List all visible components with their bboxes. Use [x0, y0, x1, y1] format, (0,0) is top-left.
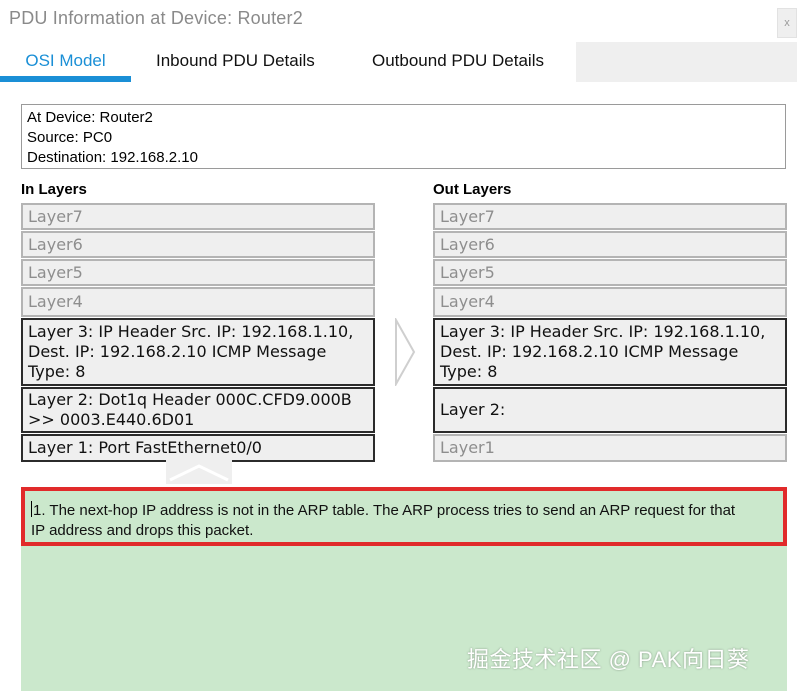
tab-outbound-pdu-details[interactable]: Outbound PDU Details — [372, 42, 544, 82]
in-layer3-line3: Type: 8 — [28, 362, 86, 381]
in-layer3[interactable]: Layer 3: IP Header Src. IP: 192.168.1.10… — [21, 318, 375, 386]
out-layer6[interactable]: Layer6 — [433, 231, 787, 258]
in-layer2[interactable]: Layer 2: Dot1q Header 000C.CFD9.000B >> … — [21, 387, 375, 433]
out-layer3[interactable]: Layer 3: IP Header Src. IP: 192.168.1.10… — [433, 318, 787, 386]
out-layer3-line3: Type: 8 — [440, 362, 498, 381]
in-layer2-line1: Layer 2: Dot1q Header 000C.CFD9.000B — [28, 390, 352, 409]
watermark: 掘金技术社区 @ PAK向日葵 — [467, 647, 750, 672]
tab-inbound-pdu-details[interactable]: Inbound PDU Details — [156, 42, 315, 82]
in-layer3-text: Layer 3: IP Header Src. IP: 192.168.1.10… — [28, 322, 353, 382]
out-layer1[interactable]: Layer1 — [433, 434, 787, 462]
device-info-panel: At Device: Router2 Source: PC0 Destinati… — [21, 104, 786, 169]
in-layer1[interactable]: Layer 1: Port FastEthernet0/0 — [21, 434, 375, 462]
tab-osi-model[interactable]: OSI Model — [0, 42, 131, 82]
in-layer3-line2: Dest. IP: 192.168.2.10 ICMP Message — [28, 342, 327, 361]
in-layer4[interactable]: Layer4 — [21, 287, 375, 317]
destination-text: Destination: 192.168.2.10 — [27, 149, 198, 166]
out-layer3-text: Layer 3: IP Header Src. IP: 192.168.1.10… — [440, 322, 765, 382]
in-layer3-line1: Layer 3: IP Header Src. IP: 192.168.1.10… — [28, 322, 354, 341]
tab-bar-filler — [576, 42, 797, 82]
message-box[interactable]: 1. The next-hop IP address is not in the… — [21, 487, 787, 546]
in-layer2-line2: >> 0003.E440.6D01 — [28, 410, 195, 429]
out-layer2[interactable]: Layer 2: — [433, 387, 787, 433]
arrow-right-icon — [394, 316, 416, 391]
in-layer5[interactable]: Layer5 — [21, 259, 375, 286]
window-title: PDU Information at Device: Router2 — [9, 8, 303, 28]
message-line2: IP address and drops this packet. — [31, 522, 254, 539]
out-layer3-line2: Dest. IP: 192.168.2.10 ICMP Message — [440, 342, 739, 361]
out-layer3-line1: Layer 3: IP Header Src. IP: 192.168.1.10… — [440, 322, 766, 341]
source-text: Source: PC0 — [27, 129, 113, 146]
close-button[interactable]: x — [777, 8, 797, 38]
in-layer7[interactable]: Layer7 — [21, 203, 375, 230]
in-layer2-text: Layer 2: Dot1q Header 000C.CFD9.000B >> … — [28, 390, 352, 430]
arrow-up-icon — [166, 460, 232, 489]
out-layer4[interactable]: Layer4 — [433, 287, 787, 317]
message-line1: 1. The next-hop IP address is not in the… — [33, 502, 736, 519]
out-layer5[interactable]: Layer5 — [433, 259, 787, 286]
out-layer7[interactable]: Layer7 — [433, 203, 787, 230]
at-device-text: At Device: Router2 — [27, 109, 153, 126]
tab-bar: OSI Model Inbound PDU Details Outbound P… — [0, 42, 797, 82]
text-caret — [31, 501, 32, 517]
out-layers-header: Out Layers — [433, 181, 512, 198]
in-layer6[interactable]: Layer6 — [21, 231, 375, 258]
in-layers-header: In Layers — [21, 181, 87, 198]
